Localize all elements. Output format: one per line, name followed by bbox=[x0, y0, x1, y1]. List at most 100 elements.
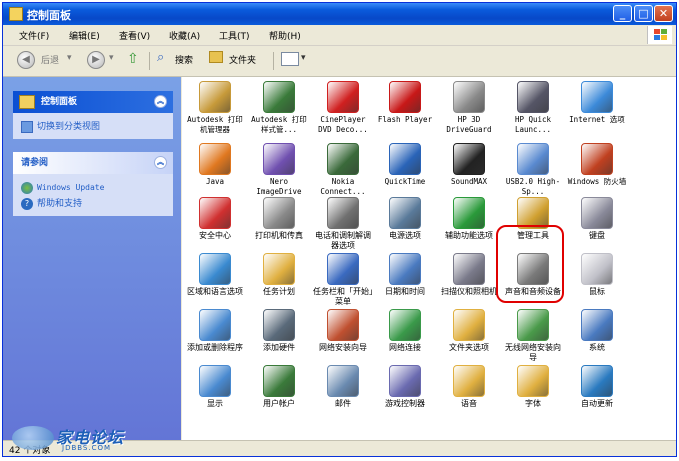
panel-header[interactable]: 控制面板 ︽ bbox=[13, 91, 173, 113]
control-panel-item[interactable]: 电话和调制解调器选项 bbox=[312, 197, 374, 251]
control-panel-item[interactable]: Java bbox=[184, 143, 246, 187]
item-label: 辅助功能选项 bbox=[445, 231, 493, 240]
control-panel-item[interactable]: Autodesk 打印机管理器 bbox=[184, 81, 246, 135]
menu-favorites[interactable]: 收藏(A) bbox=[169, 29, 200, 42]
panel-header[interactable]: 请参阅 ︽ bbox=[13, 152, 173, 174]
panel-body: Windows Update ? 帮助和支持 bbox=[13, 174, 173, 220]
control-panel-item[interactable]: 游戏控制器 bbox=[374, 365, 436, 409]
watermark-site: JDBBS.COM bbox=[62, 444, 112, 452]
control-panel-item[interactable]: 自动更新 bbox=[566, 365, 628, 409]
close-button[interactable]: ✕ bbox=[654, 5, 673, 22]
fonts-icon bbox=[517, 365, 549, 397]
folders-icon[interactable] bbox=[209, 51, 223, 63]
quicktime-icon bbox=[389, 143, 421, 175]
scheduled-tasks-icon bbox=[263, 253, 295, 285]
control-panel-item[interactable]: Nero ImageDrive bbox=[248, 143, 310, 197]
item-label: 游戏控制器 bbox=[385, 399, 425, 408]
control-panel-item[interactable]: Windows 防火墙 bbox=[566, 143, 628, 187]
item-label: 系统 bbox=[589, 343, 605, 352]
back-button[interactable]: 后退 bbox=[41, 53, 59, 66]
control-panel-item[interactable]: QuickTime bbox=[374, 143, 436, 187]
control-panel-item[interactable]: 打印机和传真 bbox=[248, 197, 310, 241]
control-panel-item[interactable]: 字体 bbox=[502, 365, 564, 409]
back-dropdown-icon[interactable]: ▾ bbox=[67, 53, 72, 63]
item-label: 网络安装向导 bbox=[319, 343, 367, 352]
control-panel-item[interactable]: 鼠标 bbox=[566, 253, 628, 297]
item-label: 自动更新 bbox=[581, 399, 613, 408]
control-panel-item[interactable]: USB2.0 High-Sp... bbox=[502, 143, 564, 197]
control-panel-item[interactable]: 区域和语言选项 bbox=[184, 253, 246, 297]
soundmax-icon bbox=[453, 143, 485, 175]
menu-help[interactable]: 帮助(H) bbox=[269, 29, 301, 42]
add-remove-programs-icon bbox=[199, 309, 231, 341]
item-label: 添加硬件 bbox=[263, 343, 295, 352]
control-panel-item[interactable]: 键盘 bbox=[566, 197, 628, 241]
folders-button[interactable]: 文件夹 bbox=[229, 53, 256, 66]
control-panel-item[interactable]: 添加硬件 bbox=[248, 309, 310, 353]
back-arrow-icon[interactable]: ◀ bbox=[17, 51, 35, 69]
control-panel-item[interactable]: 无线网络安装向导 bbox=[502, 309, 564, 363]
control-panel-item[interactable]: SoundMAX bbox=[438, 143, 500, 187]
maximize-button[interactable]: □ bbox=[634, 5, 653, 22]
menu-edit[interactable]: 编辑(E) bbox=[69, 29, 100, 42]
menu-file[interactable]: 文件(F) bbox=[19, 29, 49, 42]
item-label: 无线网络安装向导 bbox=[505, 343, 561, 362]
user-accounts-icon bbox=[263, 365, 295, 397]
search-icon[interactable]: ⌕ bbox=[157, 50, 164, 65]
control-panel-item[interactable]: HP Quick Launc... bbox=[502, 81, 564, 135]
control-panel-item[interactable]: 邮件 bbox=[312, 365, 374, 409]
menu-view[interactable]: 查看(V) bbox=[119, 29, 150, 42]
item-label: Nokia Connect... bbox=[320, 177, 366, 196]
control-panel-item[interactable]: 日期和时间 bbox=[374, 253, 436, 297]
cineplayer-icon bbox=[327, 81, 359, 113]
item-label: 邮件 bbox=[335, 399, 351, 408]
windows-update-icon bbox=[21, 182, 33, 194]
mail-icon bbox=[327, 365, 359, 397]
control-panel-item[interactable]: CinePlayer DVD Deco... bbox=[312, 81, 374, 135]
keyboard-icon bbox=[581, 197, 613, 229]
item-label: 显示 bbox=[207, 399, 223, 408]
accessibility-icon bbox=[453, 197, 485, 229]
power-icon bbox=[389, 197, 421, 229]
item-label: 鼠标 bbox=[589, 287, 605, 296]
control-panel-item[interactable]: 显示 bbox=[184, 365, 246, 409]
control-panel-item[interactable]: 安全中心 bbox=[184, 197, 246, 241]
control-panel-item[interactable]: 网络安装向导 bbox=[312, 309, 374, 353]
up-folder-icon[interactable]: ⇧ bbox=[127, 51, 139, 67]
collapse-chevron-icon[interactable]: ︽ bbox=[154, 156, 167, 169]
windows-update-link[interactable]: Windows Update bbox=[21, 182, 165, 194]
switch-category-view-link[interactable]: 切换到分类视图 bbox=[21, 121, 165, 133]
control-panel-item[interactable]: 语音 bbox=[438, 365, 500, 409]
control-panel-item[interactable]: Nokia Connect... bbox=[312, 143, 374, 197]
control-panel-item[interactable]: 网络连接 bbox=[374, 309, 436, 353]
network-connections-icon bbox=[389, 309, 421, 341]
control-panel-item[interactable]: Internet 选项 bbox=[566, 81, 628, 125]
views-dropdown-icon[interactable]: ▾ bbox=[301, 53, 306, 63]
control-panel-item[interactable]: HP 3D DriveGuard bbox=[438, 81, 500, 135]
forward-arrow-icon[interactable]: ▶ bbox=[87, 51, 105, 69]
forward-dropdown-icon[interactable]: ▾ bbox=[109, 53, 114, 63]
collapse-chevron-icon[interactable]: ︽ bbox=[154, 95, 167, 108]
search-button[interactable]: 搜索 bbox=[175, 53, 193, 66]
control-panel-item[interactable]: 任务计划 bbox=[248, 253, 310, 297]
control-panel-item[interactable]: 扫描仪和照相机 bbox=[438, 253, 500, 297]
display-icon bbox=[199, 365, 231, 397]
control-panel-item[interactable]: 用户帐户 bbox=[248, 365, 310, 409]
control-panel-item[interactable]: 系统 bbox=[566, 309, 628, 353]
control-panel-item[interactable]: 任务栏和「开始」菜单 bbox=[312, 253, 374, 307]
control-panel-item[interactable]: Autodesk 打印样式管... bbox=[248, 81, 310, 135]
control-panel-item[interactable]: Flash Player bbox=[374, 81, 436, 125]
menu-tools[interactable]: 工具(T) bbox=[219, 29, 250, 42]
title-bar[interactable]: 控制面板 _ □ ✕ bbox=[3, 3, 676, 25]
item-label: 扫描仪和照相机 bbox=[441, 287, 497, 296]
task-pane: 控制面板 ︽ 切换到分类视图 请参阅 ︽ Windows Update ? 帮助… bbox=[3, 77, 181, 441]
control-panel-item[interactable]: 电源选项 bbox=[374, 197, 436, 241]
control-panel-item[interactable]: 辅助功能选项 bbox=[438, 197, 500, 241]
control-panel-item[interactable]: 添加或删除程序 bbox=[184, 309, 246, 353]
item-label: Flash Player bbox=[377, 115, 433, 124]
help-support-link[interactable]: ? 帮助和支持 bbox=[21, 198, 165, 210]
minimize-button[interactable]: _ bbox=[613, 5, 632, 22]
views-icon[interactable] bbox=[281, 52, 299, 66]
control-panel-item[interactable]: 文件夹选项 bbox=[438, 309, 500, 353]
item-label: Autodesk 打印机管理器 bbox=[187, 115, 243, 134]
